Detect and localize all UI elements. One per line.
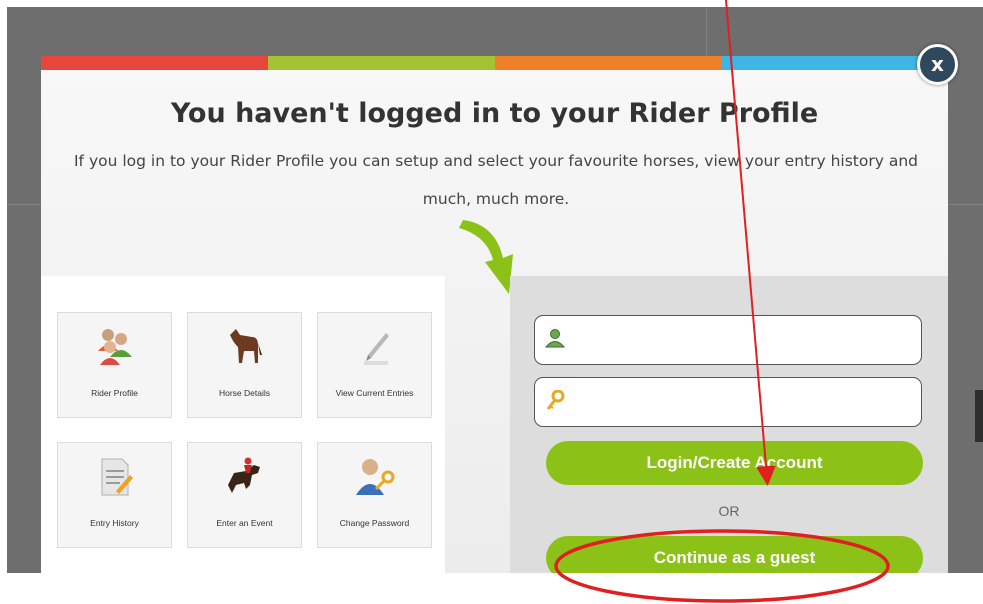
login-panel: Login/Create Account OR Continue as a gu…	[510, 276, 948, 573]
tile-rider-profile[interactable]: Rider Profile	[57, 312, 172, 418]
key-icon	[546, 390, 565, 410]
modal-title: You haven't logged in to your Rider Prof…	[170, 98, 819, 129]
or-separator: OR	[718, 503, 740, 519]
tile-label: View Current Entries	[335, 388, 414, 398]
stripe-segment-orange	[495, 56, 722, 70]
tile-label: Enter an Event	[216, 518, 273, 528]
rider-profile-icon	[98, 329, 132, 365]
tile-enter-an-event[interactable]: Enter an Event	[187, 442, 302, 548]
tile-label: Change Password	[339, 518, 410, 528]
close-button[interactable]: x	[917, 44, 958, 85]
password-field[interactable]	[534, 377, 922, 427]
modal-description: If you log in to your Rider Profile you …	[73, 152, 918, 208]
features-panel: Rider Profile Horse Details View Current…	[41, 276, 445, 573]
screenshot-stage: You haven't logged in to your Rider Prof…	[0, 0, 983, 604]
backdrop-tab	[975, 390, 983, 442]
user-icon	[545, 329, 565, 348]
stripe-segment-green	[268, 56, 495, 70]
document-icon	[101, 458, 133, 496]
backdrop-divider	[948, 204, 983, 205]
curved-arrow-icon	[459, 220, 513, 294]
login-prompt-modal: You haven't logged in to your Rider Prof…	[41, 56, 948, 573]
pencil-paper-icon	[364, 333, 389, 365]
login-create-account-button[interactable]: Login/Create Account	[546, 441, 923, 485]
stripe-segment-blue	[722, 56, 948, 70]
continue-as-guest-button[interactable]: Continue as a guest	[546, 536, 923, 573]
stripe-segment-red	[41, 56, 268, 70]
tile-horse-details[interactable]: Horse Details	[187, 312, 302, 418]
tile-label: Horse Details	[218, 388, 271, 398]
tile-view-current-entries[interactable]: View Current Entries	[317, 312, 432, 418]
username-field[interactable]	[534, 315, 922, 365]
jumping-horse-icon	[228, 457, 260, 493]
tile-label: Rider Profile	[91, 388, 138, 398]
user-key-icon	[356, 459, 395, 495]
tile-label: Entry History	[90, 518, 139, 528]
tile-change-password[interactable]: Change Password	[317, 442, 432, 548]
backdrop-divider	[706, 7, 707, 62]
tile-entry-history[interactable]: Entry History	[57, 442, 172, 548]
horse-icon	[230, 329, 262, 363]
